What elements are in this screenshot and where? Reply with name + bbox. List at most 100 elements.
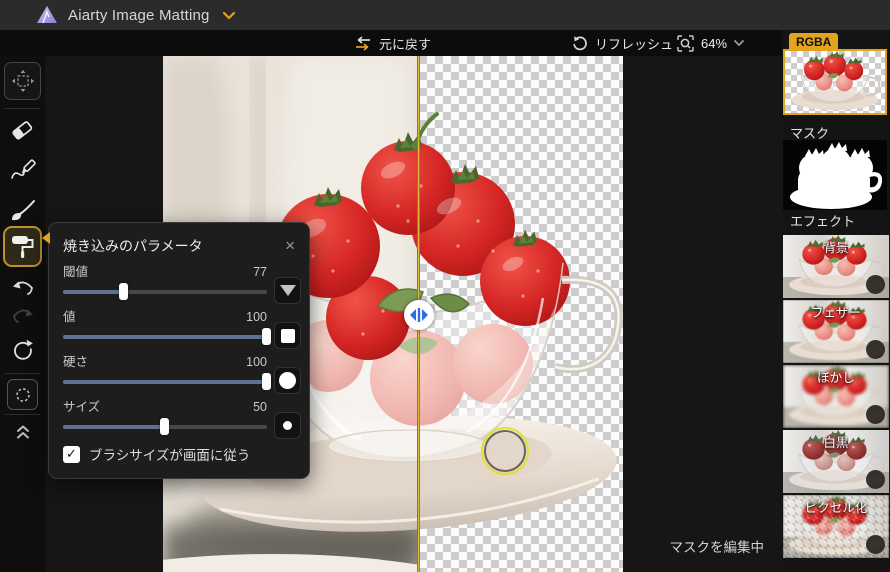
split-handle-arrows-icon bbox=[410, 308, 428, 322]
reset-icon bbox=[13, 339, 33, 360]
revert-label: 元に戻す bbox=[379, 36, 432, 52]
checkbox-checked[interactable]: ✓ bbox=[63, 445, 80, 463]
hardness-slider[interactable] bbox=[63, 373, 271, 390]
circle-large-icon bbox=[279, 372, 296, 389]
burn-in-parameters-panel: 焼き込みのパラメータ × 閾値 77 値 100 硬さ 100 サイズ 50 ✓… bbox=[42, 222, 310, 479]
slider-value: 77 bbox=[253, 265, 267, 279]
double-chevron-up-icon bbox=[16, 425, 29, 439]
layers-sidebar: RGBA マスク エフェクト 背景 フェザー ぼかし 白黒 ピクセル化 bbox=[782, 30, 890, 572]
brush-tool-button[interactable] bbox=[0, 196, 45, 224]
effect-toggle-dot[interactable] bbox=[866, 535, 885, 554]
effect-item-pixelate[interactable]: ピクセル化 bbox=[783, 495, 889, 558]
canvas-toolbar: 元に戻す リフレッシュ 64% bbox=[0, 30, 782, 56]
effect-item-black-white[interactable]: 白黒 bbox=[783, 430, 889, 493]
pen-icon bbox=[10, 159, 36, 179]
zoom-chevron-icon[interactable] bbox=[733, 39, 745, 47]
effect-label: フェザー bbox=[810, 306, 861, 320]
rgba-thumbnail-image bbox=[790, 51, 881, 112]
refresh-button[interactable]: リフレッシュ bbox=[572, 30, 673, 56]
slider-value: 100 bbox=[246, 355, 267, 369]
rgba-thumbnail[interactable] bbox=[783, 49, 887, 115]
redo-button[interactable] bbox=[0, 302, 45, 328]
refresh-label: リフレッシュ bbox=[595, 36, 674, 52]
undo-button[interactable] bbox=[0, 274, 45, 300]
panel-pointer-icon bbox=[42, 232, 50, 244]
size-slider-row: サイズ 50 bbox=[63, 399, 301, 439]
close-icon[interactable]: × bbox=[283, 237, 297, 254]
effect-item-blur[interactable]: ぼかし bbox=[783, 365, 889, 428]
slider-thumb[interactable] bbox=[262, 328, 271, 345]
threshold-shape-button[interactable] bbox=[274, 277, 301, 304]
square-icon bbox=[280, 328, 295, 343]
size-slider[interactable] bbox=[63, 418, 267, 435]
value-slider-row: 値 100 bbox=[63, 309, 301, 349]
slider-label: 値 bbox=[63, 310, 76, 324]
slider-value: 100 bbox=[246, 310, 267, 324]
paint-roller-tool-button[interactable] bbox=[3, 226, 42, 267]
app-title: Aiarty Image Matting bbox=[68, 6, 210, 24]
slider-value: 50 bbox=[253, 400, 267, 414]
tool-divider bbox=[5, 373, 40, 374]
tool-sidebar bbox=[0, 56, 45, 572]
marquee-circle-icon bbox=[15, 387, 30, 402]
slider-label: 硬さ bbox=[63, 355, 89, 369]
mask-silhouette bbox=[790, 142, 883, 209]
slider-label: 閾値 bbox=[63, 265, 89, 279]
paint-roller-icon bbox=[11, 235, 33, 258]
marquee-tool-button[interactable] bbox=[7, 379, 38, 410]
circle-small-icon bbox=[283, 421, 292, 430]
panel-title: 焼き込みのパラメータ bbox=[63, 238, 203, 254]
mask-thumbnail[interactable] bbox=[783, 140, 887, 210]
effects-label: エフェクト bbox=[790, 214, 856, 229]
rgba-tab[interactable]: RGBA bbox=[789, 33, 839, 50]
effect-label: ぼかし bbox=[817, 371, 855, 385]
tool-divider bbox=[5, 414, 40, 415]
effect-toggle-dot[interactable] bbox=[866, 470, 885, 489]
split-handle[interactable] bbox=[404, 300, 434, 330]
effect-label: 白黒 bbox=[823, 436, 849, 450]
value-shape-button[interactable] bbox=[274, 322, 301, 349]
hardness-slider-row: 硬さ 100 bbox=[63, 354, 301, 394]
hardness-shape-button[interactable] bbox=[274, 367, 301, 394]
value-slider[interactable] bbox=[63, 328, 271, 345]
slider-label: サイズ bbox=[63, 400, 101, 414]
effect-label: 背景 bbox=[823, 241, 849, 255]
effect-label: ピクセル化 bbox=[804, 501, 868, 515]
refresh-icon bbox=[573, 36, 587, 51]
tool-divider bbox=[5, 108, 40, 109]
status-text: マスクを編集中 bbox=[669, 540, 765, 555]
effect-toggle-dot[interactable] bbox=[866, 340, 885, 359]
slider-thumb[interactable] bbox=[160, 418, 169, 435]
zoom-magnifier-icon bbox=[677, 34, 694, 52]
triangle-down-icon bbox=[279, 285, 296, 296]
compare-arrows-icon bbox=[356, 35, 370, 51]
eraser-icon bbox=[12, 121, 33, 140]
effect-toggle-dot[interactable] bbox=[866, 405, 885, 424]
size-shape-button[interactable] bbox=[274, 412, 301, 439]
undo-icon bbox=[12, 281, 33, 295]
brush-cursor bbox=[481, 427, 529, 475]
reset-button[interactable] bbox=[0, 336, 45, 366]
transform-tool-button[interactable] bbox=[4, 62, 41, 100]
zoom-control[interactable]: 64% bbox=[676, 30, 745, 56]
brush-icon bbox=[11, 199, 35, 220]
redo-icon bbox=[12, 309, 33, 323]
titlebar: Aiarty Image Matting bbox=[0, 0, 890, 30]
slider-thumb[interactable] bbox=[262, 373, 271, 390]
pen-tool-button[interactable] bbox=[0, 156, 45, 184]
app-menu-chevron-icon[interactable] bbox=[222, 11, 236, 20]
zoom-level: 64% bbox=[701, 35, 728, 51]
app-logo-icon bbox=[37, 6, 57, 24]
effect-item-background[interactable]: 背景 bbox=[783, 235, 889, 298]
transform-icon bbox=[11, 70, 34, 92]
brush-size-checkbox-row[interactable]: ✓ ブラシサイズが画面に従う bbox=[63, 444, 301, 464]
collapse-sidebar-button[interactable] bbox=[0, 420, 45, 444]
effect-item-feather[interactable]: フェザー bbox=[783, 300, 889, 363]
slider-thumb[interactable] bbox=[119, 283, 129, 300]
threshold-slider[interactable] bbox=[63, 283, 267, 300]
threshold-slider-row: 閾値 77 bbox=[63, 264, 301, 304]
eraser-tool-button[interactable] bbox=[0, 116, 45, 144]
effect-toggle-dot[interactable] bbox=[866, 275, 885, 294]
app-window: Aiarty Image Matting 元に戻す リフレッシュ 64% マスク… bbox=[0, 0, 890, 572]
revert-button[interactable]: 元に戻す bbox=[354, 30, 431, 56]
